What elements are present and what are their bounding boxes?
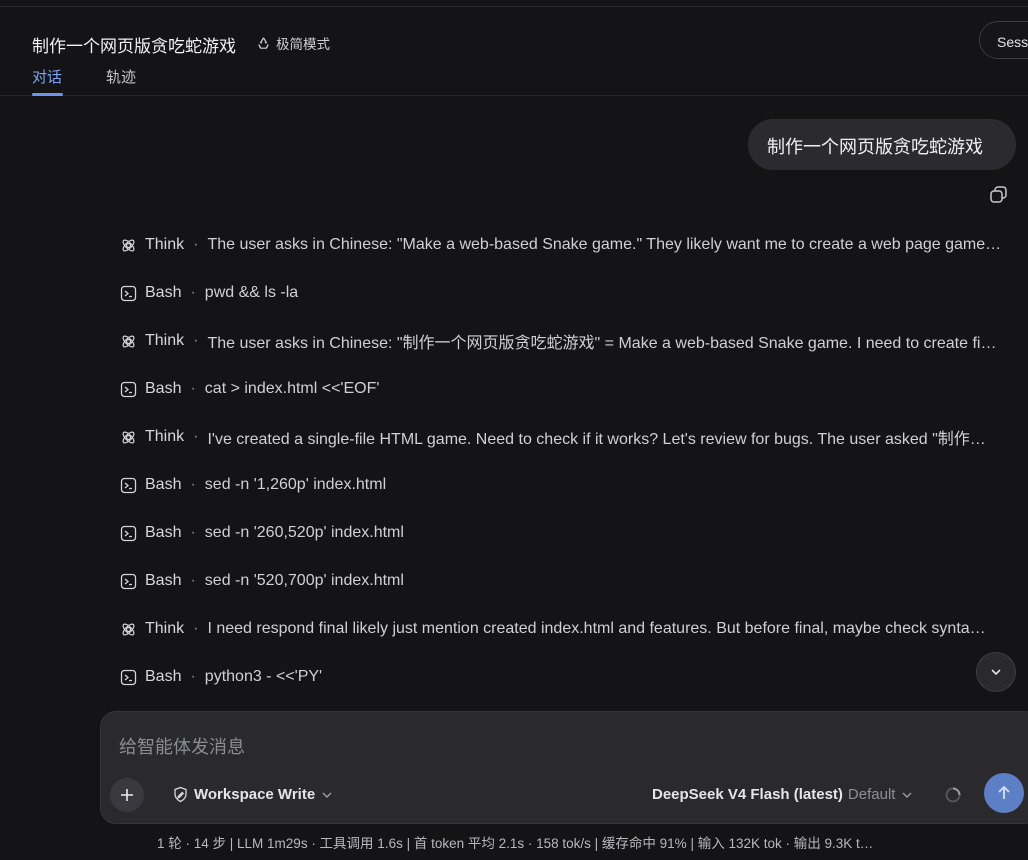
- arrow-up-icon: [998, 785, 1010, 799]
- step-text: sed -n '520,700p' index.html: [204, 572, 404, 589]
- recycle-icon: [258, 37, 269, 49]
- step-separator: ·: [190, 668, 196, 685]
- message-input[interactable]: 给智能体发消息: [119, 733, 245, 759]
- step-kind: Bash: [145, 380, 182, 397]
- tab-dialog[interactable]: 对话: [32, 66, 62, 87]
- conversation-header: 制作一个网页版贪吃蛇游戏 极简模式 Sess 对话 轨迹: [0, 8, 1028, 96]
- terminal-icon: [120, 477, 137, 494]
- send-button[interactable]: [984, 773, 1024, 813]
- step-separator: ·: [190, 476, 196, 493]
- step-kind: Think: [145, 428, 185, 445]
- step-separator: ·: [193, 428, 199, 445]
- status-bar: 1 轮 · 14 步 | LLM 1m29s · 工具调用 1.6s | 首 t…: [157, 836, 874, 851]
- scroll-down-button[interactable]: [976, 652, 1016, 692]
- step-separator: ·: [190, 524, 196, 541]
- step-row[interactable]: Think · I need respond final likely just m…: [120, 617, 1020, 641]
- step-kind: Bash: [145, 524, 182, 541]
- step-row[interactable]: Bash · cat > index.html <<'EOF': [120, 377, 1020, 401]
- model-name: DeepSeek V4 Flash (latest): [652, 786, 843, 803]
- step-row[interactable]: Think · The user asks in Chinese: "制作一个网页版…: [120, 329, 1020, 353]
- step-separator: ·: [193, 332, 199, 349]
- mode-toggle[interactable]: 极简模式: [256, 33, 330, 53]
- permission-selector[interactable]: Workspace Write: [172, 786, 334, 803]
- step-kind: Think: [145, 332, 185, 349]
- step-text: sed -n '1,260p' index.html: [204, 476, 387, 493]
- step-text: I've created a single-file HTML game. Ne…: [207, 431, 986, 448]
- permission-label: Workspace Write: [194, 786, 316, 803]
- terminal-icon: [120, 669, 137, 686]
- terminal-icon: [120, 573, 137, 590]
- step-text: pwd && ls -la: [204, 284, 299, 301]
- step-text: sed -n '260,520p' index.html: [204, 524, 404, 541]
- terminal-icon: [120, 525, 137, 542]
- session-button[interactable]: Sess: [979, 21, 1028, 59]
- step-kind: Bash: [145, 284, 182, 301]
- step-row[interactable]: Bash · sed -n '260,520p' index.html: [120, 521, 1020, 545]
- step-text: The user asks in Chinese: "制作一个网页版贪吃蛇游戏"…: [207, 335, 997, 352]
- app-root: 制作一个网页版贪吃蛇游戏 极简模式 Sess 对话 轨迹 制作一个网页版贪吃蛇游…: [0, 0, 1028, 860]
- step-text: cat > index.html <<'EOF': [204, 380, 380, 397]
- think-icon: [120, 237, 137, 254]
- step-separator: ·: [193, 620, 199, 637]
- step-kind: Think: [145, 620, 185, 637]
- step-row[interactable]: Bash · sed -n '1,260p' index.html: [120, 473, 1020, 497]
- step-row[interactable]: Think · The user asks in Chinese: "Make a …: [120, 233, 1020, 257]
- plus-icon: [121, 789, 133, 801]
- step-separator: ·: [190, 572, 196, 589]
- step-text: The user asks in Chinese: "Make a web-ba…: [207, 236, 1002, 253]
- add-attachment-button[interactable]: [110, 778, 144, 812]
- chevron-down-icon: [991, 669, 1001, 676]
- step-row[interactable]: Bash · python3 - <<'PY': [120, 665, 1020, 689]
- think-icon: [120, 429, 137, 446]
- step-row[interactable]: Bash · sed -n '520,700p' index.html: [120, 569, 1020, 593]
- step-separator: ·: [190, 380, 196, 397]
- mode-label: 极简模式: [276, 37, 330, 52]
- tab-trace[interactable]: 轨迹: [106, 66, 136, 87]
- terminal-icon: [120, 285, 137, 302]
- step-row[interactable]: Bash · pwd && ls -la: [120, 281, 1020, 305]
- chevron-down-icon: [902, 792, 912, 798]
- step-kind: Bash: [145, 572, 182, 589]
- step-kind: Bash: [145, 668, 182, 685]
- terminal-icon: [120, 381, 137, 398]
- step-kind: Bash: [145, 476, 182, 493]
- chevron-down-icon: [322, 792, 332, 798]
- composer: [100, 711, 1028, 824]
- step-separator: ·: [193, 236, 199, 253]
- user-message-bubble: 制作一个网页版贪吃蛇游戏: [748, 119, 1016, 170]
- step-row[interactable]: Think · I've created a single-file HTML ga…: [120, 425, 1020, 449]
- copy-icon[interactable]: [988, 184, 1010, 206]
- shield-edit-icon: [174, 786, 187, 803]
- loading-spinner-icon: [945, 787, 961, 803]
- think-icon: [120, 621, 137, 638]
- page-title: 制作一个网页版贪吃蛇游戏: [32, 37, 236, 56]
- think-icon: [120, 333, 137, 350]
- step-text: I need respond final likely just mention…: [207, 620, 986, 637]
- step-kind: Think: [145, 236, 185, 253]
- top-divider: [0, 0, 1028, 7]
- step-separator: ·: [190, 284, 196, 301]
- model-variant: Default: [847, 786, 896, 803]
- model-selector[interactable]: DeepSeek V4 Flash (latest) Default: [652, 786, 914, 803]
- step-text: python3 - <<'PY': [204, 668, 323, 685]
- active-tab-indicator: [32, 93, 63, 96]
